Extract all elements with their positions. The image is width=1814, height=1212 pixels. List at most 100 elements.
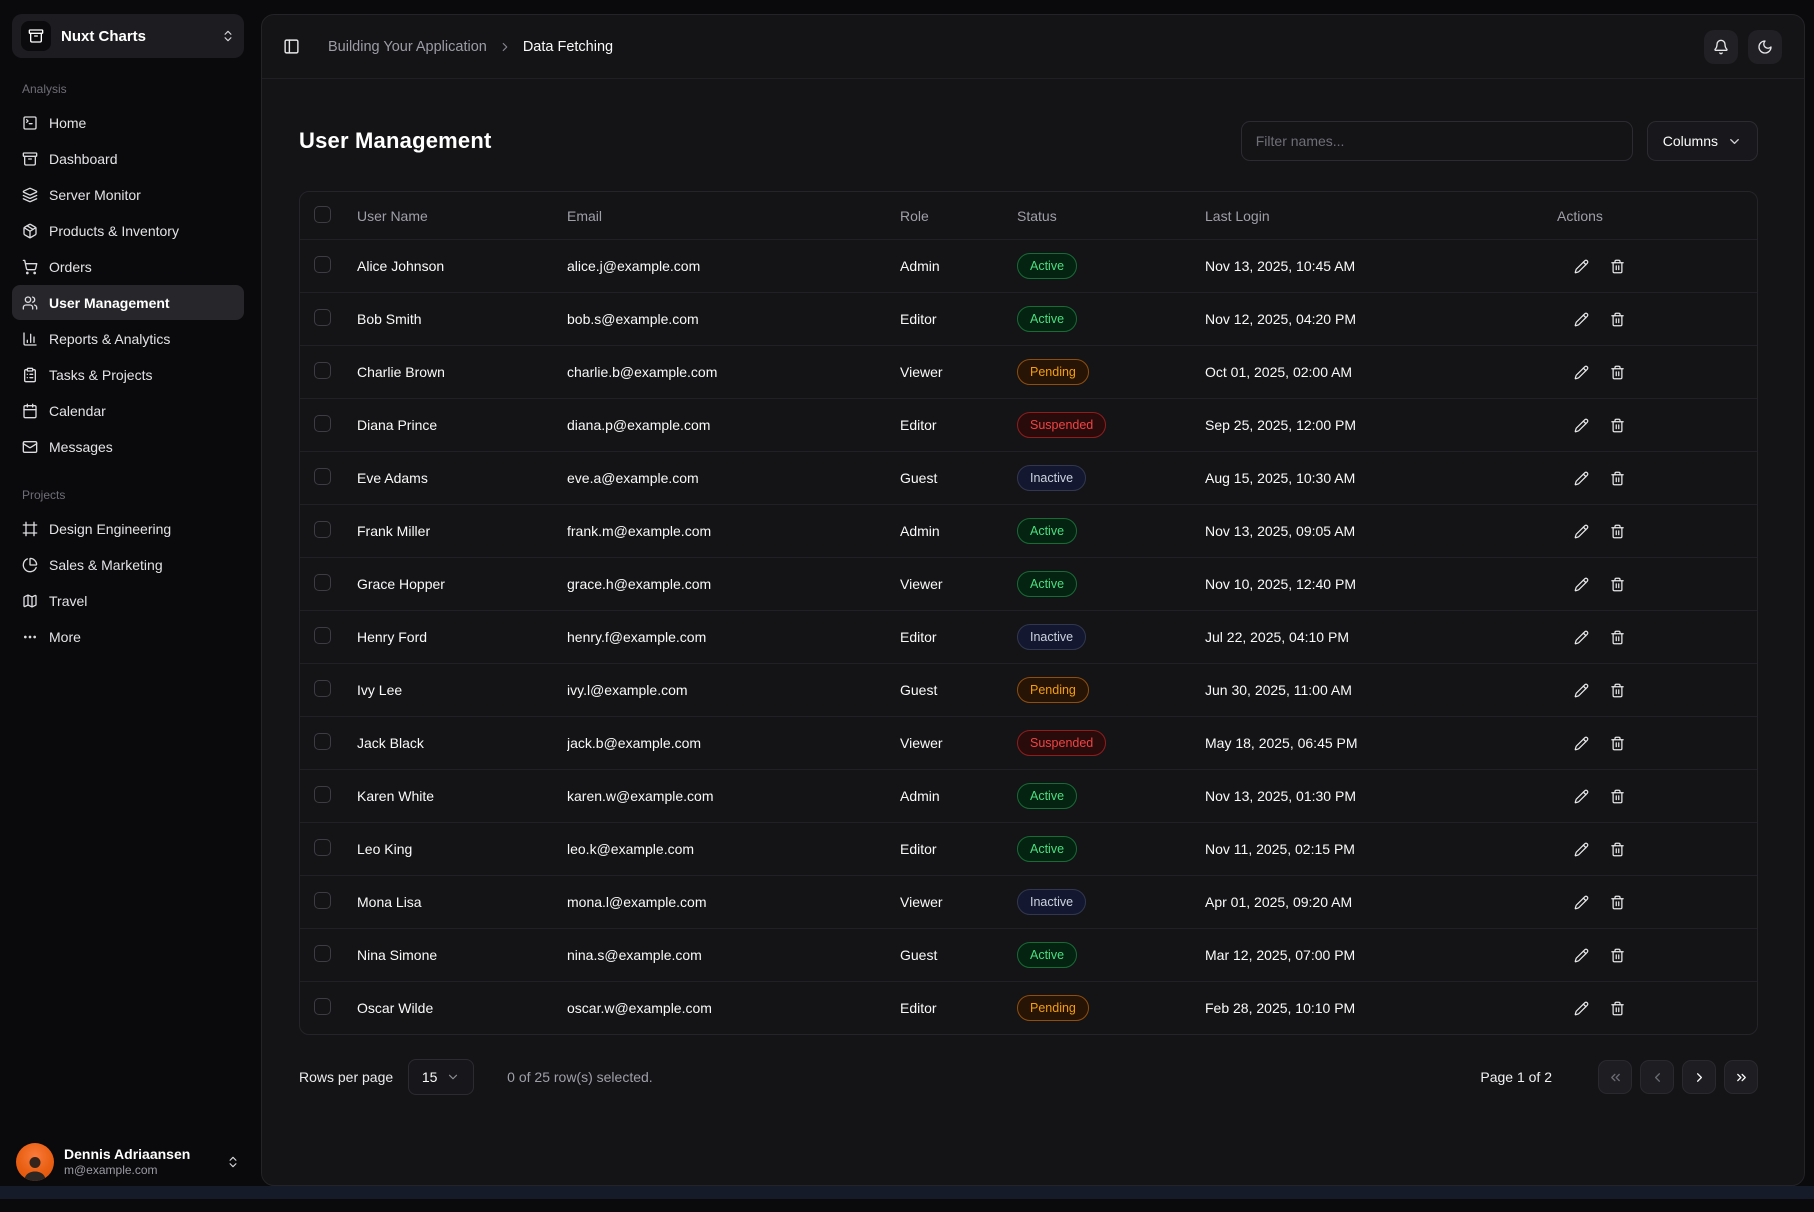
last-page-button[interactable]	[1724, 1060, 1758, 1094]
row-checkbox[interactable]	[314, 468, 331, 485]
cell-actions	[1557, 627, 1757, 648]
edit-button[interactable]	[1571, 839, 1592, 860]
sidebar-item-label: Home	[49, 115, 86, 131]
sidebar-item-label: Dashboard	[49, 151, 118, 167]
delete-button[interactable]	[1607, 892, 1628, 913]
row-checkbox[interactable]	[314, 521, 331, 538]
columns-dropdown-button[interactable]: Columns	[1647, 121, 1758, 161]
cell-actions	[1557, 839, 1757, 860]
sidebar-item-user-management[interactable]: User Management	[12, 285, 244, 320]
delete-button[interactable]	[1607, 415, 1628, 436]
row-checkbox-cell	[300, 309, 357, 329]
row-checkbox[interactable]	[314, 945, 331, 962]
row-checkbox[interactable]	[314, 256, 331, 273]
sidebar-item-home[interactable]: Home	[12, 105, 244, 140]
delete-button[interactable]	[1607, 521, 1628, 542]
row-checkbox-cell	[300, 627, 357, 647]
sidebar-item-tasks-projects[interactable]: Tasks & Projects	[12, 357, 244, 392]
edit-button[interactable]	[1571, 892, 1592, 913]
sidebar-item-sales-marketing[interactable]: Sales & Marketing	[12, 547, 244, 582]
delete-button[interactable]	[1607, 256, 1628, 277]
edit-button[interactable]	[1571, 733, 1592, 754]
clipboard-list-icon	[22, 367, 38, 383]
delete-button[interactable]	[1607, 839, 1628, 860]
delete-button[interactable]	[1607, 309, 1628, 330]
moon-icon	[1757, 39, 1773, 55]
edit-button[interactable]	[1571, 309, 1592, 330]
cell-name: Grace Hopper	[357, 576, 567, 592]
status-badge: Inactive	[1017, 465, 1086, 491]
sidebar-item-dashboard[interactable]: Dashboard	[12, 141, 244, 176]
trash-icon	[1610, 630, 1625, 645]
sidebar-item-orders[interactable]: Orders	[12, 249, 244, 284]
edit-button[interactable]	[1571, 574, 1592, 595]
delete-button[interactable]	[1607, 362, 1628, 383]
cell-email: mona.l@example.com	[567, 894, 900, 910]
row-checkbox[interactable]	[314, 309, 331, 326]
cell-role: Editor	[900, 629, 1017, 645]
notifications-button[interactable]	[1704, 30, 1738, 64]
theme-toggle-button[interactable]	[1748, 30, 1782, 64]
edit-button[interactable]	[1571, 415, 1592, 436]
first-page-button[interactable]	[1598, 1060, 1632, 1094]
sidebar-item-travel[interactable]: Travel	[12, 583, 244, 618]
map-icon	[22, 593, 38, 609]
cell-status: Active	[1017, 783, 1205, 809]
sidebar-item-more[interactable]: More	[12, 619, 244, 654]
sidebar-toggle-button[interactable]	[279, 34, 304, 59]
edit-button[interactable]	[1571, 680, 1592, 701]
sidebar-item-messages[interactable]: Messages	[12, 429, 244, 464]
row-checkbox[interactable]	[314, 680, 331, 697]
row-checkbox[interactable]	[314, 574, 331, 591]
trash-icon	[1610, 524, 1625, 539]
delete-button[interactable]	[1607, 627, 1628, 648]
row-checkbox[interactable]	[314, 362, 331, 379]
edit-button[interactable]	[1571, 945, 1592, 966]
sidebar-item-server-monitor[interactable]: Server Monitor	[12, 177, 244, 212]
delete-button[interactable]	[1607, 945, 1628, 966]
row-checkbox[interactable]	[314, 998, 331, 1015]
filter-names-input[interactable]	[1241, 121, 1633, 161]
cell-name: Karen White	[357, 788, 567, 804]
cell-name: Mona Lisa	[357, 894, 567, 910]
row-checkbox[interactable]	[314, 892, 331, 909]
row-checkbox[interactable]	[314, 786, 331, 803]
trash-icon	[1610, 948, 1625, 963]
edit-button[interactable]	[1571, 998, 1592, 1019]
edit-button[interactable]	[1571, 627, 1592, 648]
edit-button[interactable]	[1571, 786, 1592, 807]
previous-page-button[interactable]	[1640, 1060, 1674, 1094]
delete-button[interactable]	[1607, 574, 1628, 595]
table-row: Alice Johnsonalice.j@example.comAdminAct…	[300, 239, 1757, 292]
sidebar-item-reports-analytics[interactable]: Reports & Analytics	[12, 321, 244, 356]
row-checkbox[interactable]	[314, 839, 331, 856]
edit-button[interactable]	[1571, 521, 1592, 542]
row-checkbox[interactable]	[314, 415, 331, 432]
edit-button[interactable]	[1571, 362, 1592, 383]
edit-button[interactable]	[1571, 468, 1592, 489]
delete-button[interactable]	[1607, 680, 1628, 701]
column-header-actions: Actions	[1557, 208, 1757, 224]
next-page-button[interactable]	[1682, 1060, 1716, 1094]
rows-per-page-select[interactable]: 15	[408, 1059, 474, 1095]
sidebar-item-products-inventory[interactable]: Products & Inventory	[12, 213, 244, 248]
edit-button[interactable]	[1571, 256, 1592, 277]
cell-role: Editor	[900, 841, 1017, 857]
delete-button[interactable]	[1607, 733, 1628, 754]
breadcrumb-parent[interactable]: Building Your Application	[328, 39, 487, 55]
delete-button[interactable]	[1607, 786, 1628, 807]
select-all-checkbox[interactable]	[314, 206, 331, 223]
sidebar-item-calendar[interactable]: Calendar	[12, 393, 244, 428]
pencil-icon	[1574, 895, 1589, 910]
column-header-last-login: Last Login	[1205, 208, 1557, 224]
user-profile-button[interactable]: Dennis Adriaansen m@example.com	[12, 1139, 244, 1183]
workspace-switcher[interactable]: Nuxt Charts	[12, 14, 244, 58]
sidebar-item-design-engineering[interactable]: Design Engineering	[12, 511, 244, 546]
sidebar-item-label: Orders	[49, 259, 92, 275]
row-checkbox[interactable]	[314, 733, 331, 750]
delete-button[interactable]	[1607, 468, 1628, 489]
status-badge: Pending	[1017, 677, 1089, 703]
rows-per-page-value: 15	[422, 1069, 438, 1085]
delete-button[interactable]	[1607, 998, 1628, 1019]
row-checkbox[interactable]	[314, 627, 331, 644]
